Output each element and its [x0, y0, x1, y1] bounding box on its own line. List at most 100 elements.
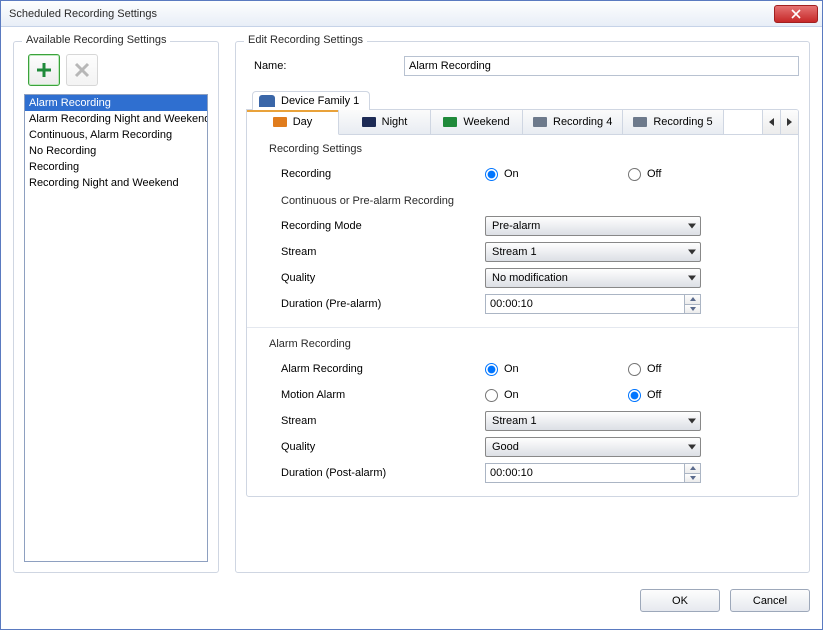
stream-value: Stream 1: [492, 246, 537, 258]
name-label: Name:: [254, 60, 404, 72]
quality2-label: Quality: [281, 441, 485, 453]
close-icon: [791, 9, 801, 19]
recording-mode-value: Pre-alarm: [492, 220, 540, 232]
off-label: Off: [647, 363, 661, 375]
quality2-select[interactable]: Good: [485, 437, 701, 457]
night-icon: [362, 117, 376, 127]
stream2-value: Stream 1: [492, 415, 537, 427]
dialog-footer: OK Cancel: [1, 581, 822, 620]
duration-pre-up[interactable]: [685, 295, 700, 305]
divider: [247, 327, 798, 328]
section-recording-settings: Recording Settings: [269, 141, 780, 161]
quality-select[interactable]: No modification: [485, 268, 701, 288]
available-settings-title: Available Recording Settings: [22, 34, 170, 46]
tab-recording-5[interactable]: Recording 5: [623, 110, 723, 134]
tabs-scroll-left[interactable]: [762, 110, 780, 134]
off-label: Off: [647, 168, 661, 180]
device-family-label: Device Family 1: [281, 95, 359, 107]
tab-day[interactable]: Day: [247, 110, 339, 135]
recording-body-panel: Day Night Weekend Recording 4 Recording …: [246, 109, 799, 497]
tab-night[interactable]: Night: [339, 110, 431, 134]
plus-icon: [35, 61, 53, 79]
stream-label: Stream: [281, 246, 485, 258]
off-label: Off: [647, 389, 661, 401]
day-icon: [273, 117, 287, 127]
duration-pre-input[interactable]: [486, 295, 684, 313]
quality-value: No modification: [492, 272, 568, 284]
quality2-value: Good: [492, 441, 519, 453]
list-item[interactable]: Alarm Recording: [25, 95, 207, 111]
recording-off-radio[interactable]: Off: [628, 168, 725, 181]
duration-post-input[interactable]: [486, 464, 684, 482]
motion-off-radio[interactable]: Off: [628, 389, 725, 402]
section-continuous: Continuous or Pre-alarm Recording: [281, 193, 780, 213]
triangle-up-icon: [690, 297, 696, 301]
alarm-off-radio[interactable]: Off: [628, 363, 725, 376]
tab-recording-4[interactable]: Recording 4: [523, 110, 623, 134]
on-label: On: [504, 168, 519, 180]
close-button[interactable]: [774, 5, 818, 23]
recording5-icon: [633, 117, 647, 127]
triangle-down-icon: [690, 307, 696, 311]
alarm-on-radio[interactable]: On: [485, 363, 582, 376]
on-label: On: [504, 363, 519, 375]
chevron-left-icon: [769, 118, 774, 126]
duration-post-label: Duration (Post-alarm): [281, 467, 485, 479]
list-item[interactable]: Recording: [25, 159, 207, 175]
edit-settings-title: Edit Recording Settings: [244, 34, 367, 46]
window-title: Scheduled Recording Settings: [9, 8, 774, 20]
weekend-icon: [443, 117, 457, 127]
chevron-down-icon: [688, 419, 696, 424]
motion-alarm-label: Motion Alarm: [281, 389, 485, 401]
duration-post-up[interactable]: [685, 464, 700, 474]
quality-label: Quality: [281, 272, 485, 284]
tab-recording4-label: Recording 4: [553, 116, 612, 128]
recording-mode-label: Recording Mode: [281, 220, 485, 232]
duration-pre-down[interactable]: [685, 305, 700, 314]
delete-button[interactable]: [66, 54, 98, 86]
duration-post-down[interactable]: [685, 474, 700, 483]
chevron-down-icon: [688, 250, 696, 255]
titlebar: Scheduled Recording Settings: [1, 1, 822, 27]
list-item[interactable]: No Recording: [25, 143, 207, 159]
x-icon: [74, 62, 90, 78]
device-family-icon: [259, 95, 275, 107]
duration-post-spinner[interactable]: [485, 463, 701, 483]
triangle-up-icon: [690, 466, 696, 470]
recording-on-radio[interactable]: On: [485, 168, 582, 181]
tab-day-label: Day: [293, 116, 313, 128]
recording4-icon: [533, 117, 547, 127]
settings-listbox[interactable]: Alarm RecordingAlarm Recording Night and…: [24, 94, 208, 562]
tab-weekend[interactable]: Weekend: [431, 110, 523, 134]
list-item[interactable]: Alarm Recording Night and Weekend: [25, 111, 207, 127]
on-label: On: [504, 389, 519, 401]
stream-select[interactable]: Stream 1: [485, 242, 701, 262]
recording-label: Recording: [281, 168, 485, 180]
list-item[interactable]: Recording Night and Weekend: [25, 175, 207, 191]
section-alarm-recording: Alarm Recording: [269, 336, 780, 356]
recording-subtabs: Day Night Weekend Recording 4 Recording …: [247, 110, 798, 135]
duration-pre-spinner[interactable]: [485, 294, 701, 314]
cancel-button[interactable]: Cancel: [730, 589, 810, 612]
chevron-right-icon: [787, 118, 792, 126]
triangle-down-icon: [690, 476, 696, 480]
tab-weekend-label: Weekend: [463, 116, 509, 128]
edit-settings-panel: Edit Recording Settings Name: Device Fam…: [235, 41, 810, 573]
duration-pre-label: Duration (Pre-alarm): [281, 298, 485, 310]
chevron-down-icon: [688, 224, 696, 229]
tab-recording5-label: Recording 5: [653, 116, 712, 128]
stream2-select[interactable]: Stream 1: [485, 411, 701, 431]
ok-button[interactable]: OK: [640, 589, 720, 612]
stream2-label: Stream: [281, 415, 485, 427]
chevron-down-icon: [688, 445, 696, 450]
list-item[interactable]: Continuous, Alarm Recording: [25, 127, 207, 143]
chevron-down-icon: [688, 276, 696, 281]
device-family-tab[interactable]: Device Family 1: [252, 91, 370, 110]
available-settings-panel: Available Recording Settings Alarm Recor…: [13, 41, 219, 573]
tabs-scroll-right[interactable]: [780, 110, 798, 134]
add-button[interactable]: [28, 54, 60, 86]
recording-mode-select[interactable]: Pre-alarm: [485, 216, 701, 236]
motion-on-radio[interactable]: On: [485, 389, 582, 402]
tab-night-label: Night: [382, 116, 408, 128]
name-input[interactable]: [404, 56, 799, 76]
